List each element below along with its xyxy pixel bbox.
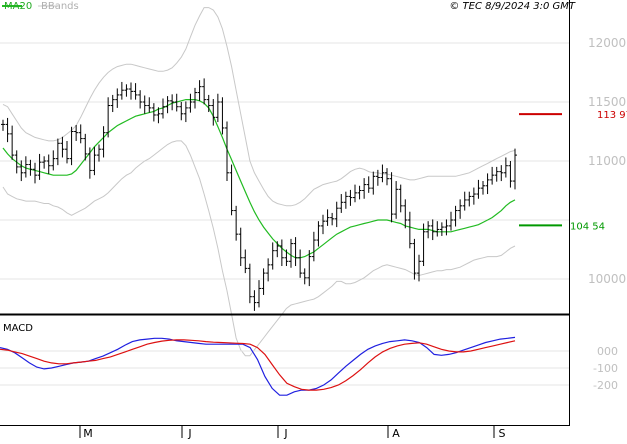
macd-y-tick-labels: 000 -100 -200: [593, 345, 618, 392]
price-y-tick: 10000: [588, 272, 626, 286]
resistance-level-label: 113 97: [597, 110, 627, 121]
month-label: A: [392, 427, 400, 440]
month-label: S: [499, 427, 506, 440]
price-y-tick: 11500: [588, 95, 626, 109]
macd-y-tick: -100: [593, 362, 618, 375]
bbands-legend-label: BBands: [41, 1, 79, 12]
macd-title: MACD: [3, 323, 33, 334]
chart-canvas: 113 97 104 54 10000 11000 11500 12000 MA20 B…: [0, 0, 627, 440]
macd-y-tick: -200: [593, 379, 618, 392]
macd-y-tick: 000: [597, 345, 618, 358]
support-level-label: 104 54: [570, 221, 605, 232]
month-label: J: [283, 427, 287, 440]
price-y-tick: 12000: [588, 36, 626, 50]
month-label: M: [83, 427, 93, 440]
stock-chart: 113 97 104 54 10000 11000 11500 12000 MA20 B…: [0, 0, 627, 440]
ma20-legend-label: MA20: [4, 1, 32, 12]
month-label: J: [187, 427, 191, 440]
price-y-tick: 11000: [588, 154, 626, 168]
chart-timestamp: © TEC 8/9/2024 3:0 GMT: [449, 1, 576, 12]
